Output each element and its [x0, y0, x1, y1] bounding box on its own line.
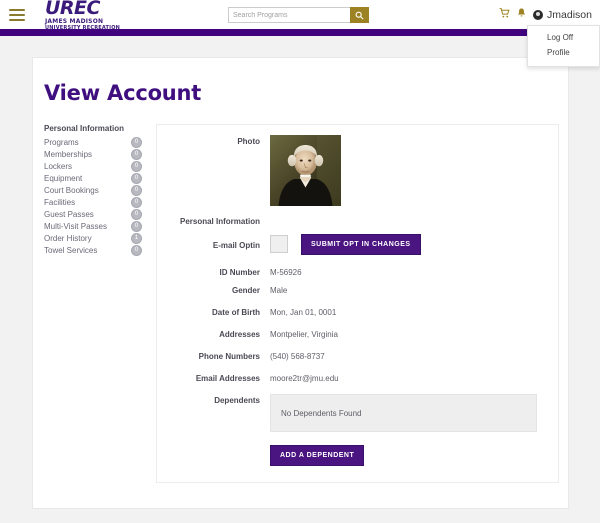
content-row: Personal Information Programs 0 Membersh… — [33, 124, 568, 483]
sidebar-item-guest-passes[interactable]: Guest Passes 0 — [44, 208, 144, 220]
top-header-bar: UREC JAMES MADISON UNIVERSITY RECREATION — [0, 0, 600, 31]
field-row-id-number: ID Number M-56926 — [157, 266, 558, 277]
logo-primary-text: UREC — [45, 0, 100, 19]
sidebar-item-badge: 0 — [131, 208, 142, 220]
field-label: Gender — [231, 286, 260, 295]
search-icon[interactable] — [350, 7, 369, 23]
sidebar-item-badge: 0 — [131, 172, 142, 184]
field-row-gender: Gender Male — [157, 284, 558, 295]
search-bar — [228, 7, 369, 23]
sidebar-item-lockers[interactable]: Lockers 0 — [44, 160, 144, 172]
page-content-card: View Account Personal Information Progra… — [32, 57, 569, 509]
sidebar-item-label: Lockers — [44, 161, 73, 171]
field-value: Mon, Jan 01, 0001 — [270, 308, 337, 317]
sidebar-item-facilities[interactable]: Facilities 0 — [44, 196, 144, 208]
sidebar-item-label: Facilities — [44, 197, 76, 207]
photo-row: Photo — [157, 135, 558, 206]
field-label: Phone Numbers — [198, 352, 260, 361]
field-value: M-56926 — [270, 268, 302, 277]
submit-opt-in-changes-button[interactable]: SUBMIT OPT IN CHANGES — [301, 234, 421, 255]
field-value: Montpelier, Virginia — [270, 330, 338, 339]
menu-item-log-off[interactable]: Log Off — [528, 30, 599, 45]
sidebar-item-multi-visit-passes[interactable]: Multi-Visit Passes 0 — [44, 220, 144, 232]
email-optin-label: E-mail Optin — [212, 240, 260, 250]
sidebar-item-badge: 1 — [131, 232, 142, 244]
avatar-icon — [533, 9, 544, 20]
hamburger-menu-icon[interactable] — [9, 8, 39, 21]
account-details-panel: Photo Personal Information E-mail Optin … — [156, 124, 559, 483]
sidebar-item-order-history[interactable]: Order History 1 — [44, 232, 144, 244]
sidebar-item-equipment[interactable]: Equipment 0 — [44, 172, 144, 184]
add-a-dependent-button[interactable]: ADD A DEPENDENT — [270, 445, 365, 466]
sidebar-item-badge: 0 — [131, 220, 142, 232]
sidebar-item-programs[interactable]: Programs 0 — [44, 136, 144, 148]
field-row-addresses: Addresses Montpelier, Virginia — [157, 328, 558, 339]
sidebar-item-label: Multi-Visit Passes — [44, 221, 107, 231]
sidebar-item-badge: 0 — [131, 196, 142, 208]
sidebar-item-label: Programs — [44, 137, 79, 147]
dependents-label: Dependents — [214, 396, 260, 405]
field-label: Addresses — [219, 330, 260, 339]
personal-information-heading: Personal Information — [179, 217, 260, 226]
photo-label: Photo — [237, 137, 260, 146]
field-label: Date of Birth — [212, 308, 260, 317]
user-dropdown-menu: Log Off Profile — [527, 25, 600, 67]
page-title: View Account — [44, 81, 202, 105]
sidebar-item-label: Guest Passes — [44, 209, 94, 219]
add-dependent-row: ADD A DEPENDENT — [270, 445, 558, 466]
sidebar-item-memberships[interactable]: Memberships 0 — [44, 148, 144, 160]
user-menu-trigger[interactable]: Jmadison — [533, 9, 592, 21]
dependents-empty-text: No Dependents Found — [281, 408, 362, 418]
field-value: (540) 568-8737 — [270, 352, 325, 361]
sidebar-heading: Personal Information — [44, 124, 125, 133]
account-sidebar: Personal Information Programs 0 Membersh… — [44, 124, 144, 483]
sidebar-item-badge: 0 — [131, 184, 142, 196]
bell-icon[interactable] — [517, 8, 526, 21]
menu-item-profile[interactable]: Profile — [528, 45, 599, 60]
field-row-date-of-birth: Date of Birth Mon, Jan 01, 0001 — [157, 306, 558, 317]
field-value: moore2tr@jmu.edu — [270, 374, 339, 383]
field-label: Email Addresses — [195, 374, 260, 383]
sidebar-item-label: Equipment — [44, 173, 83, 183]
sidebar-item-towel-services[interactable]: Towel Services 0 — [44, 244, 144, 256]
email-optin-row: E-mail Optin SUBMIT OPT IN CHANGES — [157, 233, 558, 255]
sidebar-item-label: Court Bookings — [44, 185, 99, 195]
field-value: Male — [270, 286, 288, 295]
sidebar-item-label: Towel Services — [44, 245, 98, 255]
search-input[interactable] — [228, 7, 350, 23]
sidebar-item-badge: 0 — [131, 136, 142, 148]
portrait-photo — [270, 135, 341, 206]
logo-secondary-text: JAMES MADISON — [45, 17, 104, 25]
field-row-phone-numbers: Phone Numbers (540) 568-8737 — [157, 350, 558, 361]
field-label: ID Number — [219, 268, 260, 277]
cart-icon[interactable] — [499, 8, 510, 21]
sidebar-item-court-bookings[interactable]: Court Bookings 0 — [44, 184, 144, 196]
dependents-row: Dependents No Dependents Found — [157, 394, 558, 432]
field-row-email-addresses: Email Addresses moore2tr@jmu.edu — [157, 372, 558, 383]
logo-tertiary-text: UNIVERSITY RECREATION — [45, 24, 121, 31]
dependents-empty-state: No Dependents Found — [270, 394, 537, 432]
urec-logo[interactable]: UREC JAMES MADISON UNIVERSITY RECREATION — [45, 0, 120, 31]
sidebar-item-label: Memberships — [44, 149, 93, 159]
sidebar-item-badge: 0 — [131, 148, 142, 160]
personal-information-section-row: Personal Information — [157, 217, 558, 226]
sidebar-item-label: Order History — [44, 233, 92, 243]
email-optin-checkbox[interactable] — [270, 235, 288, 253]
sidebar-item-badge: 0 — [131, 160, 142, 172]
sidebar-item-badge: 0 — [131, 244, 142, 256]
user-name-label: Jmadison — [547, 8, 592, 21]
